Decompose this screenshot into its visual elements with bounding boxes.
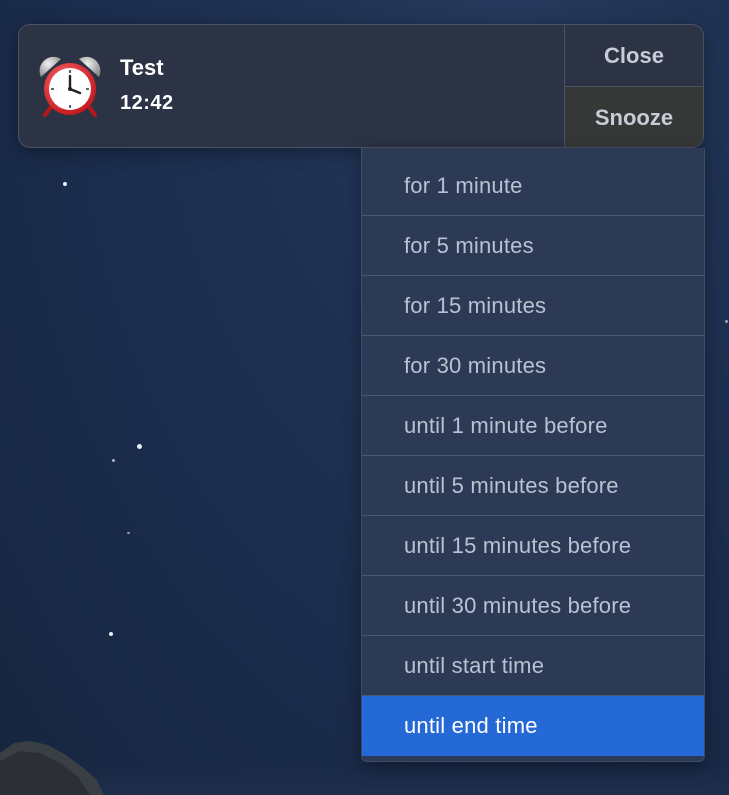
snooze-option-5-minutes[interactable]: for 5 minutes bbox=[362, 216, 704, 276]
snooze-option-until-5-minutes-before[interactable]: until 5 minutes before bbox=[362, 456, 704, 516]
notification-banner: Test 12:42 Close Snooze bbox=[18, 24, 704, 148]
notification-time: 12:42 bbox=[120, 92, 174, 114]
snooze-button[interactable]: Snooze bbox=[565, 87, 703, 147]
notification-title: Test bbox=[120, 55, 164, 80]
star bbox=[127, 532, 130, 534]
star bbox=[112, 459, 115, 462]
close-button[interactable]: Close bbox=[565, 25, 703, 87]
star bbox=[137, 444, 142, 449]
rock-silhouette bbox=[0, 741, 104, 795]
star bbox=[109, 632, 113, 636]
notification-content[interactable]: Test 12:42 bbox=[19, 25, 565, 147]
star bbox=[725, 320, 728, 323]
snooze-option-until-end-time[interactable]: until end time bbox=[362, 696, 704, 756]
snooze-option-until-30-minutes-before[interactable]: until 30 minutes before bbox=[362, 576, 704, 636]
snooze-option-until-15-minutes-before[interactable]: until 15 minutes before bbox=[362, 516, 704, 576]
snooze-option-30-minutes[interactable]: for 30 minutes bbox=[362, 336, 704, 396]
snooze-option-until-1-minute-before[interactable]: until 1 minute before bbox=[362, 396, 704, 456]
star bbox=[63, 182, 67, 186]
snooze-option-15-minutes[interactable]: for 15 minutes bbox=[362, 276, 704, 336]
alarm-clock-icon bbox=[39, 56, 101, 117]
snooze-option-until-start-time[interactable]: until start time bbox=[362, 636, 704, 696]
notification-actions: Close Snooze bbox=[564, 25, 703, 147]
snooze-option-1-minute[interactable]: for 1 minute bbox=[362, 148, 704, 216]
snooze-menu: for 1 minute for 5 minutes for 15 minute… bbox=[361, 148, 705, 762]
